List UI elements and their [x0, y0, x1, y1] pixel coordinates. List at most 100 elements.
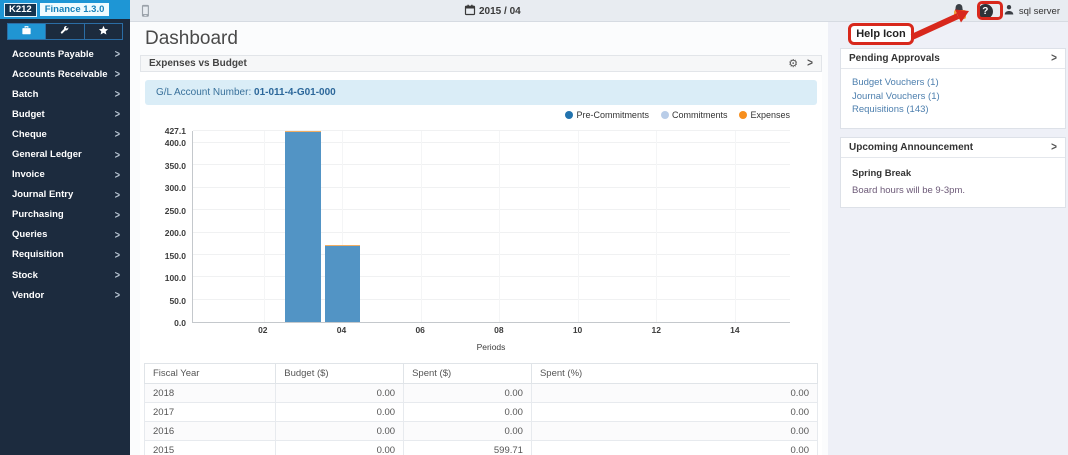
- star-icon: [98, 23, 109, 41]
- sidebar-item-label: Queries: [12, 229, 47, 240]
- fiscal-year-table: Fiscal YearBudget ($)Spent ($)Spent (%) …: [144, 363, 818, 455]
- sidebar-item-queries[interactable]: Queries>: [0, 225, 130, 245]
- y-tick-label: 50.0: [142, 296, 186, 306]
- y-gridline: [193, 164, 790, 165]
- legend-item-expenses: Expenses: [739, 110, 790, 120]
- legend-dot-icon: [661, 111, 669, 119]
- sidebar-item-accounts-payable[interactable]: Accounts Payable>: [0, 44, 130, 64]
- chart-x-axis-title: Periods: [192, 342, 790, 352]
- y-tick-label: 427.1: [142, 126, 186, 136]
- legend-dot-icon: [565, 111, 573, 119]
- chevron-right-icon: >: [115, 68, 120, 80]
- link-journal-vouchers-1-[interactable]: Journal Vouchers (1): [852, 90, 1054, 104]
- period-value: 2015 / 04: [479, 6, 521, 17]
- table-cell-value: 0.00: [276, 384, 404, 403]
- announcement-chevron-icon[interactable]: >: [1051, 140, 1057, 153]
- sidebar-item-accounts-receivable[interactable]: Accounts Receivable >: [0, 64, 130, 84]
- y-gridline: [193, 276, 790, 277]
- device-icon[interactable]: [138, 3, 152, 24]
- briefcase-icon: [21, 23, 32, 41]
- sidebar-item-journal-entry[interactable]: Journal Entry>: [0, 185, 130, 205]
- main-content: Dashboard Expenses vs Budget ⚙ > G/L Acc…: [130, 22, 828, 455]
- bar-segment-pre-commitments: [285, 132, 320, 322]
- table-cell-value: 0.00: [404, 403, 532, 422]
- pending-approvals-card: Pending Approvals > Budget Vouchers (1)J…: [840, 48, 1066, 129]
- column-header-spent-: Spent (%): [531, 364, 817, 384]
- chart-bar-period-4: [325, 131, 360, 322]
- sidebar-item-budget[interactable]: Budget>: [0, 104, 130, 124]
- sidebar-item-label: Stock: [12, 270, 38, 281]
- person-icon: [1003, 4, 1015, 19]
- annotation-arrow: [906, 4, 982, 44]
- pending-approvals-chevron-icon[interactable]: >: [1051, 52, 1057, 65]
- announcement-text: Board hours will be 9-3pm.: [852, 185, 1054, 196]
- brand-product-version: Finance 1.3.0: [40, 3, 110, 16]
- sidebar-item-vendor[interactable]: Vendor>: [0, 285, 130, 305]
- sidebar-item-requisition[interactable]: Requisition>: [0, 245, 130, 265]
- tab-tools[interactable]: [46, 23, 84, 40]
- sidebar-item-batch[interactable]: Batch>: [0, 84, 130, 104]
- table-cell-value: 0.00: [276, 441, 404, 455]
- announcement-title: Upcoming Announcement: [849, 142, 973, 153]
- x-gridline: [421, 131, 422, 322]
- legend-item-pre-commitments: Pre-Commitments: [565, 110, 649, 120]
- table-cell-value: 599.71: [404, 441, 532, 455]
- chevron-right-icon: >: [115, 269, 120, 281]
- bar-segment-pre-commitments: [325, 246, 360, 322]
- chevron-right-icon: >: [115, 169, 120, 181]
- user-menu[interactable]: sql server: [1003, 4, 1060, 19]
- pending-approvals-body: Budget Vouchers (1)Journal Vouchers (1)R…: [841, 69, 1065, 128]
- x-tick-label: 14: [730, 325, 739, 335]
- legend-item-commitments: Commitments: [661, 110, 728, 120]
- x-tick-label: 10: [573, 325, 582, 335]
- table-cell-year: 2018: [145, 384, 276, 403]
- legend-label: Commitments: [672, 110, 728, 120]
- link-budget-vouchers-1-[interactable]: Budget Vouchers (1): [852, 76, 1054, 90]
- expenses-vs-budget-panel: Expenses vs Budget ⚙ > G/L Account Numbe…: [140, 55, 822, 455]
- announcement-heading: Spring Break: [852, 168, 1054, 179]
- x-tick-label: 08: [494, 325, 503, 335]
- legend-dot-icon: [739, 111, 747, 119]
- sidebar-item-label: Journal Entry: [12, 189, 73, 200]
- x-gridline: [735, 131, 736, 322]
- announcement-card: Upcoming Announcement > Spring Break Boa…: [840, 137, 1066, 208]
- y-tick-label: 300.0: [142, 183, 186, 193]
- sidebar-item-purchasing[interactable]: Purchasing>: [0, 205, 130, 225]
- y-gridline: [193, 232, 790, 233]
- column-header-budget-: Budget ($): [276, 364, 404, 384]
- page-title: Dashboard: [145, 28, 828, 50]
- tab-favorites[interactable]: [85, 23, 123, 40]
- y-tick-label: 250.0: [142, 206, 186, 216]
- sidebar-item-stock[interactable]: Stock >: [0, 265, 130, 285]
- sidebar-item-invoice[interactable]: Invoice>: [0, 165, 130, 185]
- panel-tools: ⚙ >: [788, 58, 813, 69]
- y-gridline: [193, 187, 790, 188]
- gear-icon[interactable]: ⚙: [788, 58, 798, 69]
- username: sql server: [1019, 6, 1060, 17]
- table-cell-value: 0.00: [276, 403, 404, 422]
- sidebar-tabs: [7, 23, 123, 40]
- brand-strip: K212 Finance 1.3.0: [0, 0, 130, 19]
- x-gridline: [578, 131, 579, 322]
- sidebar-item-general-ledger[interactable]: General Ledger>: [0, 144, 130, 164]
- table-cell-year: 2015: [145, 441, 276, 455]
- announcement-header: Upcoming Announcement >: [841, 138, 1065, 158]
- chevron-right-icon: >: [115, 88, 120, 100]
- panel-collapse-chevron-icon[interactable]: >: [807, 57, 813, 70]
- column-header-spent-: Spent ($): [404, 364, 532, 384]
- legend-label: Pre-Commitments: [576, 110, 649, 120]
- gl-account-number: 01-011-4-G01-000: [254, 87, 336, 98]
- table-row: 20160.000.000.00: [145, 422, 818, 441]
- right-panel: Pending Approvals > Budget Vouchers (1)J…: [828, 22, 1068, 455]
- table-row: 20170.000.000.00: [145, 403, 818, 422]
- link-requisitions-143-[interactable]: Requisitions (143): [852, 103, 1054, 117]
- period-selector[interactable]: 2015 / 04: [464, 4, 521, 19]
- table-cell-year: 2017: [145, 403, 276, 422]
- chart-y-axis-labels: 0.050.0100.0150.0200.0250.0300.0350.0400…: [142, 131, 186, 323]
- y-tick-label: 150.0: [142, 251, 186, 261]
- pending-approvals-title: Pending Approvals: [849, 53, 940, 64]
- tab-modules[interactable]: [7, 23, 46, 40]
- table-body: 20180.000.000.0020170.000.000.0020160.00…: [145, 384, 818, 455]
- sidebar-item-label: Accounts Receivable: [12, 69, 108, 80]
- sidebar-item-cheque[interactable]: Cheque>: [0, 124, 130, 144]
